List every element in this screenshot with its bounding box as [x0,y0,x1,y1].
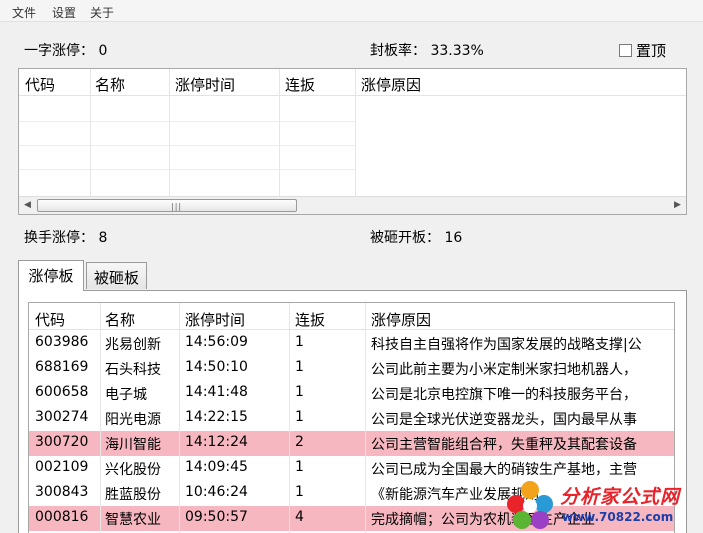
col-lianban[interactable]: 连扳 [295,309,325,330]
cell-lianban: 2 [295,434,304,450]
cell-code: 603986 [35,334,89,350]
cell-name: 海川智能 [105,437,161,453]
table-row[interactable]: 300720 海川智能 14:12:24 2 公司主营智能组合秤，失重秤及其配套设备 [29,431,674,456]
col-reason[interactable]: 涨停原因 [371,309,431,330]
cell-reason: 公司此前主要为小米定制米家扫地机器人， [371,362,637,378]
horizontal-scrollbar[interactable]: ◀ ||| ▶ [19,196,686,214]
menu-file[interactable]: 文件 [12,4,36,21]
watermark-title: 分析家公式网 [560,486,681,508]
tab-beiza[interactable]: 被砸板 [86,262,147,289]
cell-lianban: 1 [295,334,304,350]
table-header: 代码 名称 涨停时间 连扳 涨停原因 [19,69,686,96]
col-name[interactable]: 名称 [95,74,125,95]
menu-settings[interactable]: 设置 [52,4,76,21]
cell-lianban: 1 [295,459,304,475]
yizi-table: 代码 名称 涨停时间 连扳 涨停原因 ◀ ||| ▶ [18,68,687,215]
col-divider [365,303,366,533]
yizi-stat: 一字涨停： 0 [24,43,108,59]
cell-time: 14:50:10 [185,359,248,375]
col-code[interactable]: 代码 [25,74,55,95]
table-header: 代码 名称 涨停时间 连扳 涨停原因 [29,303,674,330]
col-time[interactable]: 涨停时间 [185,309,245,330]
cell-code: 600658 [35,384,89,400]
cell-lianban: 4 [295,509,304,525]
cell-time: 14:12:24 [185,434,248,450]
cell-name: 胜蓝股份 [105,487,161,503]
scroll-left-icon[interactable]: ◀ [24,200,31,210]
col-divider [90,69,91,196]
cell-code: 688169 [35,359,89,375]
watermark-url: www.70822.com [562,510,674,524]
col-divider [100,303,101,533]
cell-time: 10:46:24 [185,484,248,500]
scroll-right-icon[interactable]: ▶ [674,200,681,210]
col-divider [289,303,290,533]
table-row[interactable]: 603986 兆易创新 14:56:09 1 科技自主自强将作为国家发展的战略支撑|公 [29,331,674,356]
menu-about[interactable]: 关于 [90,4,114,21]
cell-code: 000816 [35,509,89,525]
beiza-stat: 被砸开板： 16 [370,230,463,246]
cell-name: 智慧农业 [105,512,161,528]
col-code[interactable]: 代码 [35,309,65,330]
cell-code: 300274 [35,409,89,425]
cell-code: 002109 [35,459,89,475]
cell-reason: 公司主营智能组合秤，失重秤及其配套设备 [371,437,637,453]
scrollbar-thumb[interactable]: ||| [37,199,297,212]
cell-reason: 公司是全球光伏逆变器龙头，国内最早从事 [371,412,637,428]
menu-bar: 文件 设置 关于 [0,0,703,22]
table-row[interactable]: 600658 电子城 14:41:48 1 公司是北京电控旗下唯一的科技服务平台， [29,381,674,406]
cell-lianban: 1 [295,384,304,400]
table-row[interactable]: 688169 石头科技 14:50:10 1 公司此前主要为小米定制米家扫地机器人， [29,356,674,381]
cell-name: 电子城 [105,387,147,403]
pin-label: 置顶 [636,42,667,60]
col-reason[interactable]: 涨停原因 [361,74,421,95]
cell-reason: 公司是北京电控旗下唯一的科技服务平台， [371,387,637,403]
col-time[interactable]: 涨停时间 [175,74,235,95]
col-divider [279,69,280,196]
row-divider [19,145,355,146]
cell-time: 14:09:45 [185,459,248,475]
col-divider [169,69,170,196]
cell-reason: 科技自主自强将作为国家发展的战略支撑|公 [371,337,642,353]
cell-name: 阳光电源 [105,412,161,428]
cell-lianban: 1 [295,484,304,500]
pin-checkbox[interactable]: 置顶 [619,40,666,61]
cell-lianban: 1 [295,409,304,425]
cell-lianban: 1 [295,359,304,375]
cell-code: 300843 [35,484,89,500]
table-row[interactable]: 300274 阳光电源 14:22:15 1 公司是全球光伏逆变器龙头，国内最早从事 [29,406,674,431]
col-divider [355,69,356,196]
cell-time: 14:56:09 [185,334,248,350]
cell-name: 石头科技 [105,362,161,378]
cell-name: 兴化股份 [105,462,161,478]
cell-time: 14:41:48 [185,384,248,400]
watermark-logo: 分析家公式网 www.70822.com [500,476,703,533]
col-name[interactable]: 名称 [105,309,135,330]
cell-code: 300720 [35,434,89,450]
grip-icon: ||| [171,202,183,211]
col-divider [179,303,180,533]
row-divider [19,169,355,170]
cell-time: 14:22:15 [185,409,248,425]
huanshou-stat: 换手涨停： 8 [24,230,108,246]
cell-time: 09:50:57 [185,509,248,525]
tab-zhangting[interactable]: 涨停板 [18,260,84,291]
row-divider [19,121,355,122]
cell-name: 兆易创新 [105,337,161,353]
checkbox-icon[interactable] [619,44,632,57]
col-lianban[interactable]: 连扳 [285,74,315,95]
fengban-stat: 封板率： 33.33% [370,43,484,59]
logo-flower-icon [507,481,553,529]
